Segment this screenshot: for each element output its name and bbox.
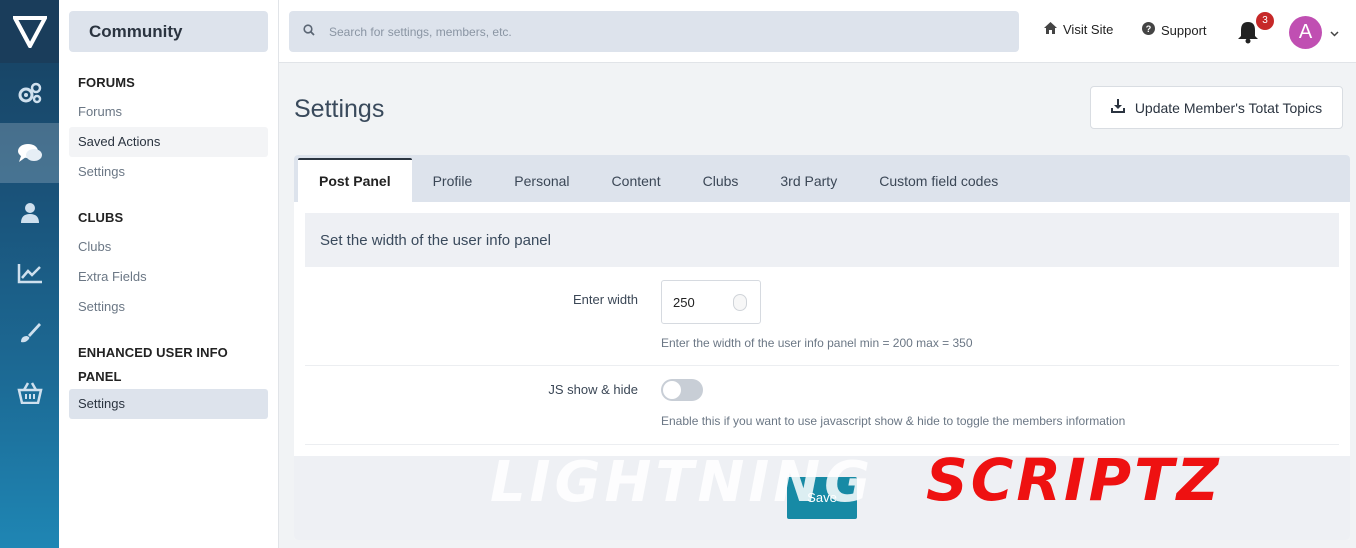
- tab-custom-field-codes[interactable]: Custom field codes: [858, 158, 1019, 202]
- tab-profile[interactable]: Profile: [412, 158, 494, 202]
- js-label: JS show & hide: [548, 382, 638, 397]
- search-icon: [303, 23, 315, 41]
- home-icon: [1044, 22, 1057, 37]
- sidebar-item-club-settings[interactable]: Settings: [69, 292, 268, 322]
- tab-post-panel[interactable]: Post Panel: [298, 158, 412, 202]
- tab-personal[interactable]: Personal: [493, 158, 590, 202]
- spinner-icon[interactable]: [733, 294, 747, 311]
- question-icon: ?: [1142, 22, 1155, 38]
- sidebar-heading-forums: FORUMS: [78, 75, 135, 90]
- tab-3rd-party[interactable]: 3rd Party: [759, 158, 858, 202]
- search-input[interactable]: Search for settings, members, etc.: [289, 11, 1019, 52]
- sidebar-heading-eui: ENHANCED USER INFO: [78, 345, 228, 360]
- download-icon: [1110, 99, 1125, 116]
- top-bar: Search for settings, members, etc. Visit…: [279, 0, 1356, 63]
- js-hint: Enable this if you want to use javascrip…: [661, 414, 1126, 428]
- width-hint: Enter the width of the user info panel m…: [661, 336, 973, 350]
- logo-icon[interactable]: [0, 0, 59, 63]
- chat-icon[interactable]: [0, 123, 59, 183]
- chart-icon[interactable]: [0, 243, 59, 303]
- divider: [305, 444, 1339, 445]
- width-label: Enter width: [572, 292, 638, 307]
- watermark: LIGHTNING SCRIPTZ: [490, 446, 1310, 515]
- width-number-input[interactable]: 250: [661, 280, 761, 324]
- basket-icon[interactable]: [0, 363, 59, 423]
- watermark-red-text: SCRIPTZ: [926, 446, 1222, 514]
- search-placeholder: Search for settings, members, etc.: [329, 24, 512, 39]
- sidebar-item-extra-fields[interactable]: Extra Fields: [69, 262, 268, 292]
- brush-icon[interactable]: [0, 303, 59, 363]
- visit-site-label: Visit Site: [1063, 22, 1114, 37]
- support-link[interactable]: ? Support: [1142, 22, 1207, 38]
- update-topics-label: Update Member's Totat Topics: [1134, 99, 1323, 116]
- sidebar-heading-clubs: CLUBS: [78, 210, 124, 225]
- icon-rail: [0, 0, 59, 548]
- tab-clubs[interactable]: Clubs: [682, 158, 760, 202]
- sidebar-item-forums[interactable]: Forums: [69, 97, 268, 127]
- sidebar: Community FORUMS Forums Saved Actions Se…: [59, 0, 279, 548]
- user-icon[interactable]: [0, 183, 59, 243]
- sidebar-item-forum-settings[interactable]: Settings: [69, 157, 268, 187]
- sidebar-heading-eui-2: PANEL: [78, 369, 122, 384]
- watermark-light-text: LIGHTNING: [490, 450, 875, 515]
- section-header: Set the width of the user info panel: [305, 213, 1339, 267]
- toggle-knob: [663, 381, 681, 399]
- gears-icon[interactable]: [0, 63, 59, 123]
- sidebar-item-eui-settings[interactable]: Settings: [69, 389, 268, 419]
- sidebar-item-clubs[interactable]: Clubs: [69, 232, 268, 262]
- js-row: [305, 365, 1339, 445]
- chevron-down-icon[interactable]: [1330, 24, 1339, 42]
- js-toggle[interactable]: [661, 379, 703, 401]
- page-title: Settings: [294, 95, 385, 123]
- visit-site-link[interactable]: Visit Site: [1044, 22, 1113, 37]
- sidebar-item-saved-actions[interactable]: Saved Actions: [69, 127, 268, 157]
- tab-content[interactable]: Content: [591, 158, 682, 202]
- section-title: Community: [69, 11, 268, 52]
- support-label: Support: [1161, 22, 1207, 38]
- svg-text:?: ?: [1146, 24, 1152, 34]
- avatar[interactable]: A: [1289, 16, 1322, 49]
- notification-badge: 3: [1256, 12, 1274, 30]
- width-value: 250: [673, 295, 695, 310]
- update-topics-button[interactable]: Update Member's Totat Topics: [1090, 86, 1343, 129]
- tab-bar: Post Panel Profile Personal Content Club…: [294, 155, 1350, 202]
